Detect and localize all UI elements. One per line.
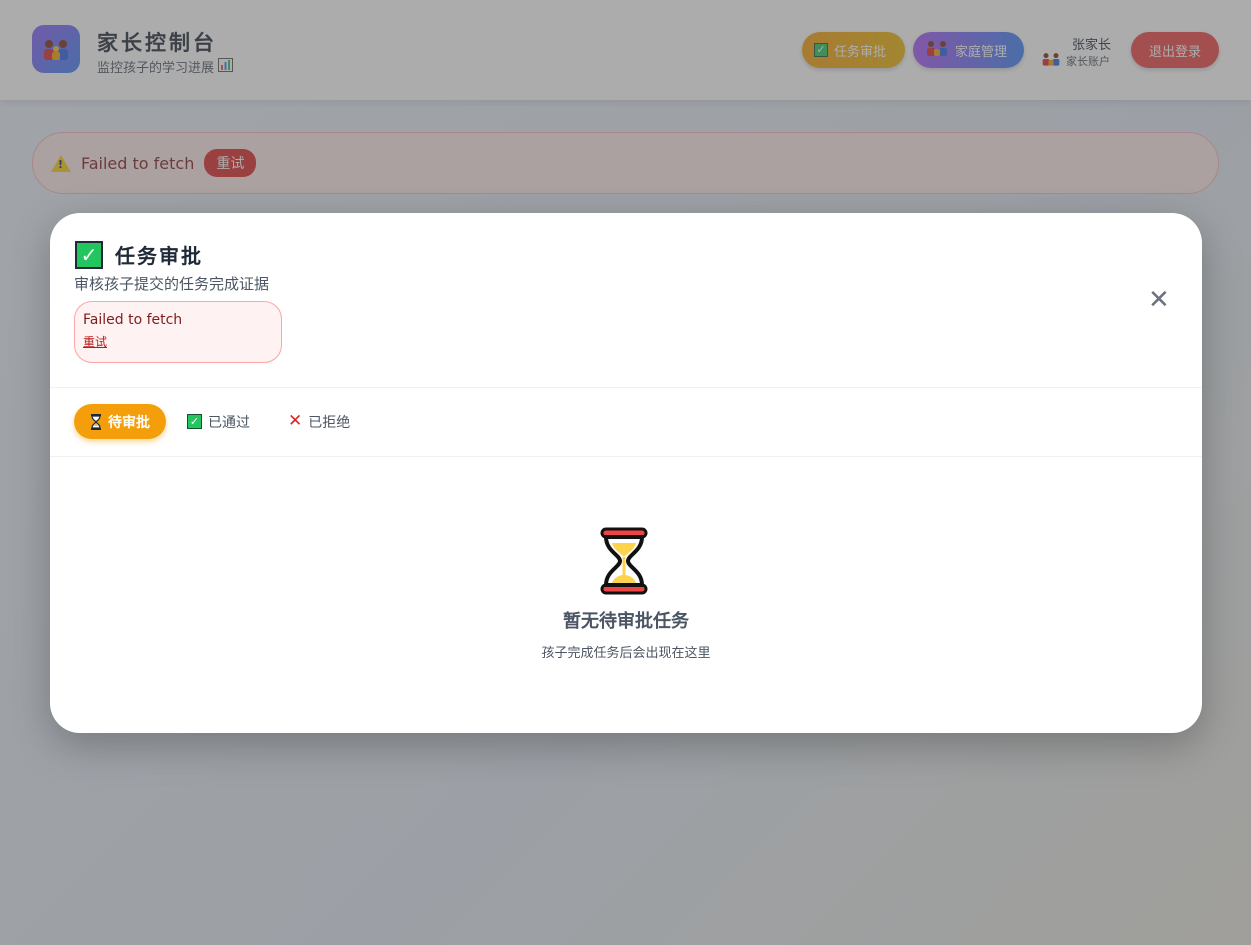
divider — [50, 456, 1202, 457]
modal-subtitle: 审核孩子提交的任务完成证据 — [74, 275, 270, 293]
hourglass-icon — [90, 413, 102, 430]
modal-error-box: Failed to fetch 重试 — [74, 301, 282, 363]
empty-state-description: 孩子完成任务后会出现在这里 — [541, 646, 711, 661]
check-icon: ✓ — [187, 414, 202, 429]
modal-error-message: Failed to fetch — [83, 312, 183, 328]
tab-pending[interactable]: 待审批 — [74, 404, 166, 439]
cross-icon: ✕ — [288, 411, 303, 431]
tab-approved-label: 已通过 — [208, 414, 250, 431]
divider — [50, 387, 1202, 388]
modal-title: 任务审批 — [115, 244, 203, 268]
tab-rejected-label: 已拒绝 — [308, 414, 351, 431]
task-approval-modal: ✓ 任务审批 审核孩子提交的任务完成证据 Failed to fetch 重试 … — [50, 213, 1202, 733]
empty-state-title: 暂无待审批任务 — [563, 611, 689, 632]
modal-header: ✓ 任务审批 — [75, 240, 203, 269]
modal-retry-link[interactable]: 重试 — [83, 333, 107, 350]
hourglass-icon — [598, 527, 650, 595]
tab-pending-label: 待审批 — [108, 414, 150, 431]
close-icon[interactable]: ✕ — [1148, 287, 1170, 313]
tab-rejected[interactable]: ✕ 已拒绝 — [288, 404, 350, 439]
tab-approved[interactable]: ✓ 已通过 — [187, 404, 250, 439]
check-icon: ✓ — [75, 240, 103, 269]
